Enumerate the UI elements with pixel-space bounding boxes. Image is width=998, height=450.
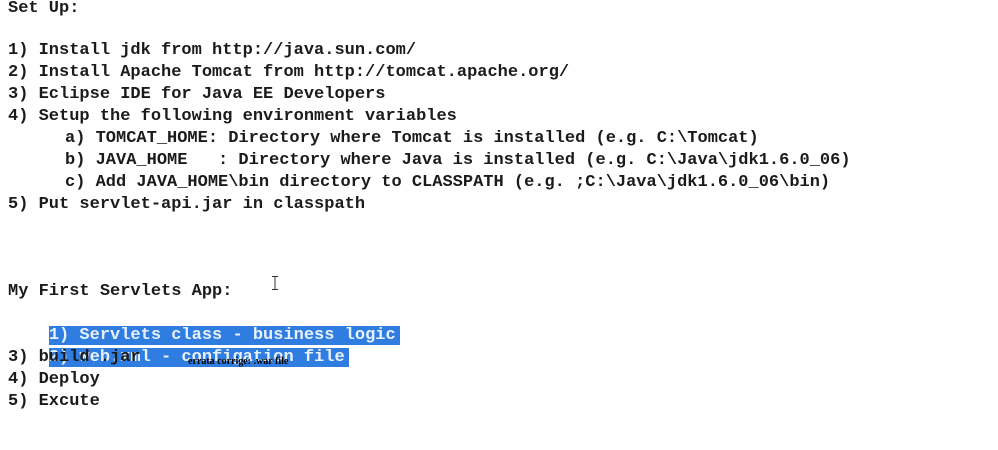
setup-step-5: 5) Put servlet-api.jar in classpath xyxy=(8,195,366,214)
errata-annotation: errata corrige: .war file xyxy=(188,356,289,367)
setup-step-2: 2) Install Apache Tomcat from http://tom… xyxy=(8,63,570,82)
app-heading: My First Servlets App: xyxy=(8,282,233,301)
setup-step-3: 3) Eclipse IDE for Java EE Developers xyxy=(8,85,386,104)
text-cursor-icon xyxy=(272,276,278,290)
app-step-5: 5) Excute xyxy=(8,392,100,411)
setup-step-4: 4) Setup the following environment varia… xyxy=(8,107,457,126)
app-step-1[interactable]: 1) Servlets class - business logic xyxy=(8,303,400,345)
setup-heading: Set Up: xyxy=(8,0,80,18)
app-step-3: 3) build .jar xyxy=(8,348,141,367)
setup-substep-a: a) TOMCAT_HOME: Directory where Tomcat i… xyxy=(65,129,759,148)
app-step-4: 4) Deploy xyxy=(8,370,100,389)
setup-substep-b: b) JAVA_HOME : Directory where Java is i… xyxy=(65,151,851,170)
app-step-2[interactable]: 2) web.xml - configation file xyxy=(8,325,349,367)
setup-step-1: 1) Install jdk from http://java.sun.com/ xyxy=(8,41,417,60)
setup-substep-c: c) Add JAVA_HOME\bin directory to CLASSP… xyxy=(65,173,831,192)
